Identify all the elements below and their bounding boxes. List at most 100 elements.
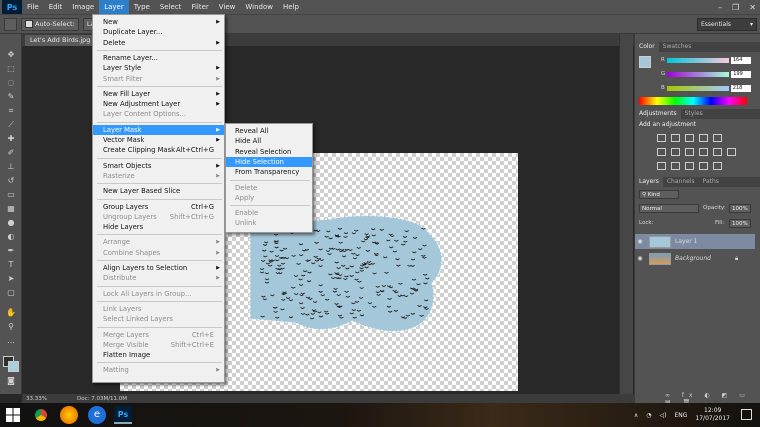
color-balance-adjustment-icon[interactable] <box>671 148 680 156</box>
tab-channels[interactable]: Channels <box>663 177 699 187</box>
restore-button[interactable]: ❐ <box>732 3 739 12</box>
menu-layer[interactable]: Layer <box>99 0 129 14</box>
close-button[interactable]: ✕ <box>749 3 756 12</box>
minimize-button[interactable]: – <box>718 3 722 12</box>
layer-menu-item-merge-layers[interactable]: Merge Layers Ctrl+E <box>93 330 224 340</box>
menu-type[interactable]: Type <box>129 0 155 14</box>
layer-menu-item-layer-content-options[interactable]: Layer Content Options... <box>93 109 224 119</box>
menu-filter[interactable]: Filter <box>186 0 213 14</box>
layer-row-background[interactable]: ◉ Background 🔒︎ <box>635 251 755 266</box>
blue-track[interactable] <box>666 85 729 91</box>
layer-menu-item-rasterize[interactable]: Rasterize ▶ <box>93 171 224 181</box>
layer-menu-item-distribute[interactable]: Distribute ▶ <box>93 273 224 283</box>
tab-swatches[interactable]: Swatches <box>659 42 696 52</box>
language-indicator[interactable]: ENG <box>674 412 687 419</box>
lasso-tool-icon[interactable]: ◌ <box>5 78 17 88</box>
move-tool-icon[interactable]: ✥ <box>5 50 17 60</box>
crop-tool-icon[interactable]: ⌗ <box>5 106 17 116</box>
extras-icon[interactable]: … <box>5 336 17 346</box>
layer-menu-item-matting[interactable]: Matting ▶ <box>93 365 224 375</box>
blur-tool-icon[interactable]: ● <box>5 218 17 228</box>
layer-menu-item-create-clipping-mask[interactable]: Create Clipping Mask Alt+Ctrl+G <box>93 145 224 155</box>
move-tool-preset-icon[interactable] <box>4 17 17 31</box>
layer-menu-item-combine-shapes[interactable]: Combine Shapes ▶ <box>93 248 224 258</box>
layer-menu-item-smart-objects[interactable]: Smart Objects ▶ <box>93 161 224 171</box>
eyedropper-tool-icon[interactable]: ⟋ <box>5 120 17 130</box>
curves-adjustment-icon[interactable] <box>685 134 694 142</box>
layer-menu-item-select-linked-layers[interactable]: Select Linked Layers <box>93 314 224 324</box>
menu-window[interactable]: Window <box>240 0 278 14</box>
gradient-map-adjustment-icon[interactable] <box>699 162 708 170</box>
marquee-tool-icon[interactable]: ⬚ <box>5 64 17 74</box>
zoom-tool-icon[interactable]: ⚲ <box>5 322 17 332</box>
background-color-swatch[interactable] <box>8 361 19 372</box>
quick-select-tool-icon[interactable]: ✎ <box>5 92 17 102</box>
layer-menu-item-align-layers-to-selection[interactable]: Align Layers to Selection ▶ <box>93 263 224 273</box>
layer-menu-item-new-adjustment-layer[interactable]: New Adjustment Layer ▶ <box>93 99 224 109</box>
green-slider[interactable]: G 199 <box>661 70 759 78</box>
menu-view[interactable]: View <box>214 0 241 14</box>
layer-menu-item-lock-all-layers-in-group[interactable]: Lock All Layers in Group... <box>93 289 224 299</box>
mask-menu-item-delete[interactable]: Delete <box>226 183 312 193</box>
photo-filter-adjustment-icon[interactable] <box>699 148 708 156</box>
photoshop-icon[interactable]: Ps <box>114 406 132 424</box>
layer-menu-item-duplicate-layer[interactable]: Duplicate Layer... <box>93 27 224 37</box>
mask-menu-item-hide-all[interactable]: Hide All <box>226 136 312 146</box>
layer-menu-item-new-fill-layer[interactable]: New Fill Layer ▶ <box>93 89 224 99</box>
selective-color-adjustment-icon[interactable] <box>713 162 722 170</box>
blue-slider[interactable]: B 218 <box>661 84 759 92</box>
eraser-tool-icon[interactable]: ▭ <box>5 190 17 200</box>
hand-tool-icon[interactable]: ✋ <box>5 308 17 318</box>
healing-brush-tool-icon[interactable]: ✚ <box>5 134 17 144</box>
invert-adjustment-icon[interactable] <box>657 162 666 170</box>
path-select-tool-icon[interactable]: ➤ <box>5 274 17 284</box>
layer-menu-item-new[interactable]: New ▶ <box>93 17 224 27</box>
red-value[interactable]: 164 <box>730 56 751 64</box>
quick-mask-icon[interactable]: ◙ <box>5 376 17 386</box>
clone-stamp-tool-icon[interactable]: ⊥ <box>5 162 17 172</box>
zoom-level[interactable]: 33.33% <box>26 396 47 402</box>
type-tool-icon[interactable]: T <box>5 260 17 270</box>
color-lookup-adjustment-icon[interactable] <box>727 148 736 156</box>
network-icon[interactable]: ◔ <box>646 412 651 419</box>
firefox-icon[interactable] <box>60 406 78 424</box>
windows-start-icon[interactable] <box>6 408 20 422</box>
mask-menu-item-enable[interactable]: Enable <box>226 208 312 218</box>
pen-tool-icon[interactable]: ✒ <box>5 246 17 256</box>
layer-filter-dropdown[interactable]: ⚲ Kind <box>639 190 679 199</box>
layer-menu-item-group-layers[interactable]: Group Layers Ctrl+G <box>93 202 224 212</box>
menu-edit[interactable]: Edit <box>44 0 68 14</box>
notification-icon[interactable] <box>741 409 752 420</box>
layer-name[interactable]: Layer 1 <box>675 238 697 245</box>
mask-menu-item-reveal-all[interactable]: Reveal All <box>226 126 312 136</box>
layer-menu-item-link-layers[interactable]: Link Layers <box>93 304 224 314</box>
green-value[interactable]: 199 <box>731 70 752 78</box>
hue-saturation-adjustment-icon[interactable] <box>657 148 666 156</box>
layer-menu-item-rename-layer[interactable]: Rename Layer... <box>93 53 224 63</box>
tab-layers[interactable]: Layers <box>635 177 663 187</box>
layer-menu-item-flatten-image[interactable]: Flatten Image <box>93 350 224 360</box>
black-white-adjustment-icon[interactable] <box>685 148 694 156</box>
mask-menu-item-from-transparency[interactable]: From Transparency <box>226 167 312 177</box>
blend-mode-dropdown[interactable]: Normal <box>639 204 699 213</box>
layer-menu-item-ungroup-layers[interactable]: Ungroup Layers Shift+Ctrl+G <box>93 212 224 222</box>
auto-select-checkbox[interactable]: Auto-Select: <box>21 17 79 31</box>
layer-menu-item-layer-mask[interactable]: Layer Mask ▶ <box>93 124 224 135</box>
levels-adjustment-icon[interactable] <box>671 134 680 142</box>
color-spectrum-bar[interactable] <box>639 97 747 105</box>
menu-select[interactable]: Select <box>155 0 187 14</box>
clock[interactable]: 12:09 17/07/2017 <box>695 407 730 423</box>
layer-menu-item-merge-visible[interactable]: Merge Visible Shift+Ctrl+E <box>93 340 224 350</box>
layer-row-layer1[interactable]: ◉ Layer 1 <box>635 234 755 249</box>
chrome-icon[interactable] <box>32 406 50 424</box>
channel-mixer-adjustment-icon[interactable] <box>713 148 722 156</box>
mask-menu-item-hide-selection[interactable]: Hide Selection <box>226 156 312 167</box>
volume-icon[interactable]: ◁) <box>660 412 667 419</box>
chevron-up-icon[interactable]: ∧ <box>634 412 638 419</box>
brush-tool-icon[interactable]: ✐ <box>5 148 17 158</box>
layer-menu-item-delete[interactable]: Delete ▶ <box>93 38 224 48</box>
eye-icon[interactable]: ◉ <box>635 238 645 245</box>
threshold-adjustment-icon[interactable] <box>685 162 694 170</box>
mask-menu-item-apply[interactable]: Apply <box>226 193 312 203</box>
layer-menu-item-hide-layers[interactable]: Hide Layers <box>93 222 224 232</box>
